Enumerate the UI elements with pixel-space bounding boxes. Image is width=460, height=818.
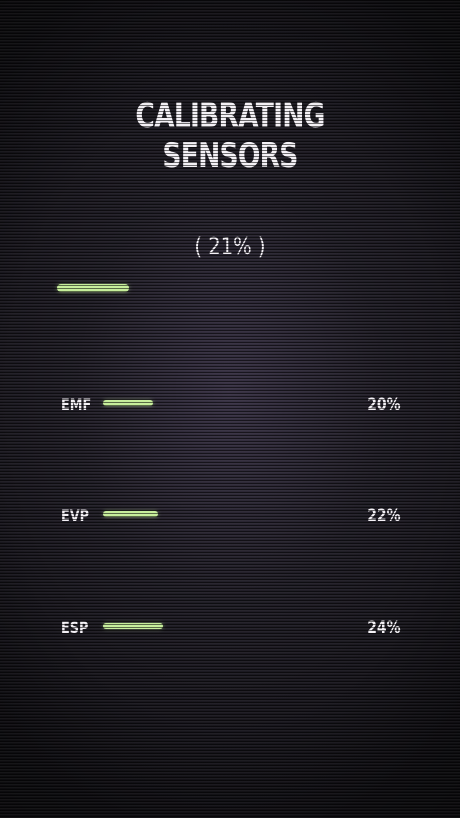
sensor-label-evp: EVP	[61, 506, 90, 525]
title-line-1: CALIBRATING	[135, 96, 325, 136]
sensor-progress-bar-emf	[103, 400, 153, 406]
sensor-percent-emf: 20%	[367, 395, 401, 415]
sensor-progress-bar-evp	[103, 511, 158, 517]
sensor-progress-bar-esp	[103, 623, 163, 629]
overall-progress-percent: ( 21% )	[194, 234, 266, 260]
sensor-percent-evp: 22%	[367, 506, 401, 526]
overall-progress-bar	[57, 284, 129, 292]
title-line-2: SENSORS	[162, 136, 298, 176]
calibration-screen: CALIBRATING SENSORS ( 21% ) EMF 20% EVP …	[0, 0, 460, 818]
page-title: CALIBRATING SENSORS	[51, 96, 410, 176]
sensor-percent-esp: 24%	[367, 618, 401, 638]
sensor-label-esp: ESP	[61, 618, 89, 637]
sensor-label-emf: EMF	[61, 395, 92, 414]
